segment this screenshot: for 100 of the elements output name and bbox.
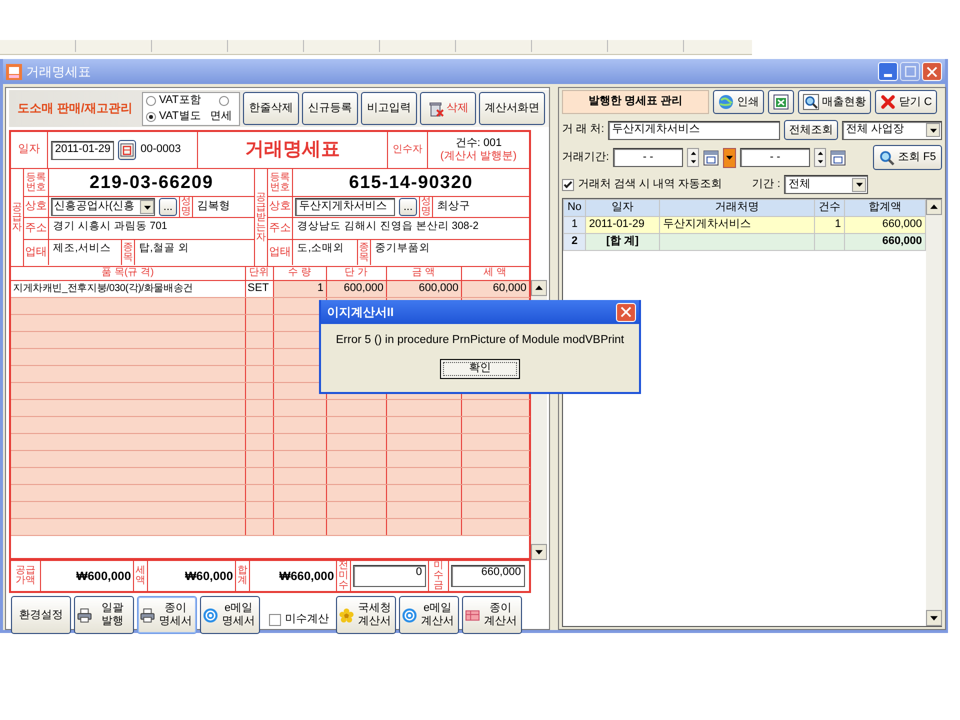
note-text: (계산서 발행분) (440, 150, 517, 164)
field-label: 주소 (269, 222, 292, 236)
action-button[interactable]: 종이 계산서 (462, 596, 522, 634)
minimize-button[interactable] (878, 62, 898, 81)
action-button[interactable]: e메일 계산서 (399, 596, 459, 634)
email-icon (402, 608, 416, 622)
field-label: 거 래 처: (562, 123, 604, 137)
delete-button[interactable]: 삭제 (420, 92, 476, 125)
arrow-up-icon (690, 150, 697, 157)
checkbox[interactable] (269, 614, 281, 626)
ok-button[interactable]: 확인 (440, 358, 520, 379)
column-header: No (564, 200, 586, 216)
document-icon (464, 608, 480, 622)
amount-field[interactable]: 0 (353, 565, 426, 587)
table-cell: 1 (564, 216, 586, 234)
date-field[interactable]: - - (613, 148, 684, 167)
radio-label: VAT포함 (159, 94, 201, 108)
date-field[interactable]: - - (740, 148, 810, 167)
column-header: 금 액 (386, 267, 461, 280)
calendar-icon (703, 150, 720, 166)
scroll-up-button[interactable] (531, 280, 547, 296)
browse-button[interactable]: ... (159, 198, 177, 216)
scroll-down-button[interactable] (926, 610, 942, 626)
column-header: 세 액 (461, 267, 529, 280)
search-all-button[interactable]: 전체조회 (784, 120, 838, 140)
toolbar-button[interactable]: 인쇄 (713, 90, 764, 114)
calendar-button[interactable] (830, 150, 846, 166)
dialog-title: 이지계산서II (327, 304, 394, 320)
company-field[interactable]: 두산지게차서비스 (295, 198, 396, 216)
calendar-button[interactable] (118, 140, 136, 160)
dropdown-button[interactable] (723, 148, 736, 168)
flower-icon (338, 608, 354, 622)
arrow-up-icon (929, 202, 939, 212)
close-button[interactable] (616, 302, 636, 322)
owner-name: 최상구 (437, 200, 470, 214)
amount-field[interactable]: 660,000 (451, 565, 525, 587)
item-text: 탑,철골 외 (139, 242, 189, 254)
spreadsheet-icon (773, 94, 789, 110)
globe-icon (718, 94, 734, 110)
action-button[interactable]: 국세청 계산서 (336, 596, 396, 634)
table-cell: 660,000 (844, 216, 926, 234)
toolbar-button[interactable]: 한줄삭제 (243, 92, 299, 125)
spin-button[interactable] (687, 148, 700, 167)
toolbar-button[interactable]: 계산서화면 (479, 92, 545, 125)
radio-button[interactable] (146, 96, 156, 106)
arrow-up-icon (816, 150, 824, 157)
calendar-icon (120, 143, 134, 157)
business-text: 제조,서비스 (53, 242, 111, 254)
close-icon (926, 66, 938, 78)
company-combobox[interactable]: 신흥공업사(신흥 (51, 198, 155, 216)
column-header: 단위 (245, 267, 273, 280)
toolbar-button[interactable]: 비고입력 (361, 92, 417, 125)
caret-icon (816, 158, 824, 166)
close-button[interactable] (922, 62, 942, 81)
table-cell: 60,000 (461, 280, 529, 297)
table-cell: 1 (273, 280, 326, 297)
side-label: 공급받는자 (256, 192, 266, 242)
calendar-button[interactable] (703, 150, 720, 166)
registration-number: 615-14-90320 (348, 172, 474, 194)
field-label: 공급가액 (16, 566, 36, 586)
app-icon (6, 64, 22, 80)
side-label: 공급자 (12, 202, 22, 232)
calendar-icon (830, 150, 846, 166)
browse-button[interactable]: ... (399, 198, 418, 216)
action-button[interactable]: 일괄 발행 (74, 596, 134, 634)
scroll-down-button[interactable] (531, 544, 547, 560)
period-dropdown[interactable]: 전체 (784, 175, 868, 194)
site-dropdown[interactable]: 전체 사업장 (842, 120, 942, 140)
owner-name: 김복형 (197, 200, 230, 214)
document-title: 거래명세표 (245, 138, 340, 162)
export-button[interactable] (768, 90, 794, 114)
toolbar-button[interactable]: 닫기 C (875, 90, 937, 114)
close-icon (620, 306, 632, 318)
column-header: 수 량 (273, 267, 326, 280)
field-label: 등록번호 (26, 172, 46, 192)
toolbar-button[interactable]: 매출현황 (798, 90, 871, 114)
column-header: 합계액 (844, 200, 926, 216)
search-button[interactable]: 조회 F5 (873, 145, 942, 170)
action-button[interactable]: 환경설정 (11, 596, 71, 634)
checkbox[interactable] (562, 178, 574, 190)
checkbox-label: 미수계산 (285, 613, 329, 627)
printer-icon (76, 608, 92, 622)
radio-button[interactable] (218, 96, 228, 106)
action-button[interactable]: 종이 명세서 (137, 596, 197, 634)
total-amount: ₩600,000 (76, 568, 131, 584)
client-field[interactable]: 두산지게차서비스 (608, 120, 780, 140)
table-cell: 2 (564, 234, 586, 250)
radio-button[interactable] (146, 112, 156, 122)
total-amount: ₩60,000 (184, 568, 233, 584)
field-label: 합계 (238, 566, 248, 586)
caret-icon (534, 547, 544, 557)
table-cell: 600,000 (386, 280, 461, 297)
field-label: 업태 (269, 246, 292, 260)
spin-button[interactable] (814, 148, 826, 167)
toolbar-button[interactable]: 신규등록 (302, 92, 358, 125)
close-icon (880, 94, 896, 110)
field-label: 주소 (25, 222, 47, 236)
action-button[interactable]: e메일 명세서 (200, 596, 260, 634)
date-field[interactable]: 2011-01-29 (51, 140, 114, 160)
scroll-up-button[interactable] (926, 199, 942, 215)
